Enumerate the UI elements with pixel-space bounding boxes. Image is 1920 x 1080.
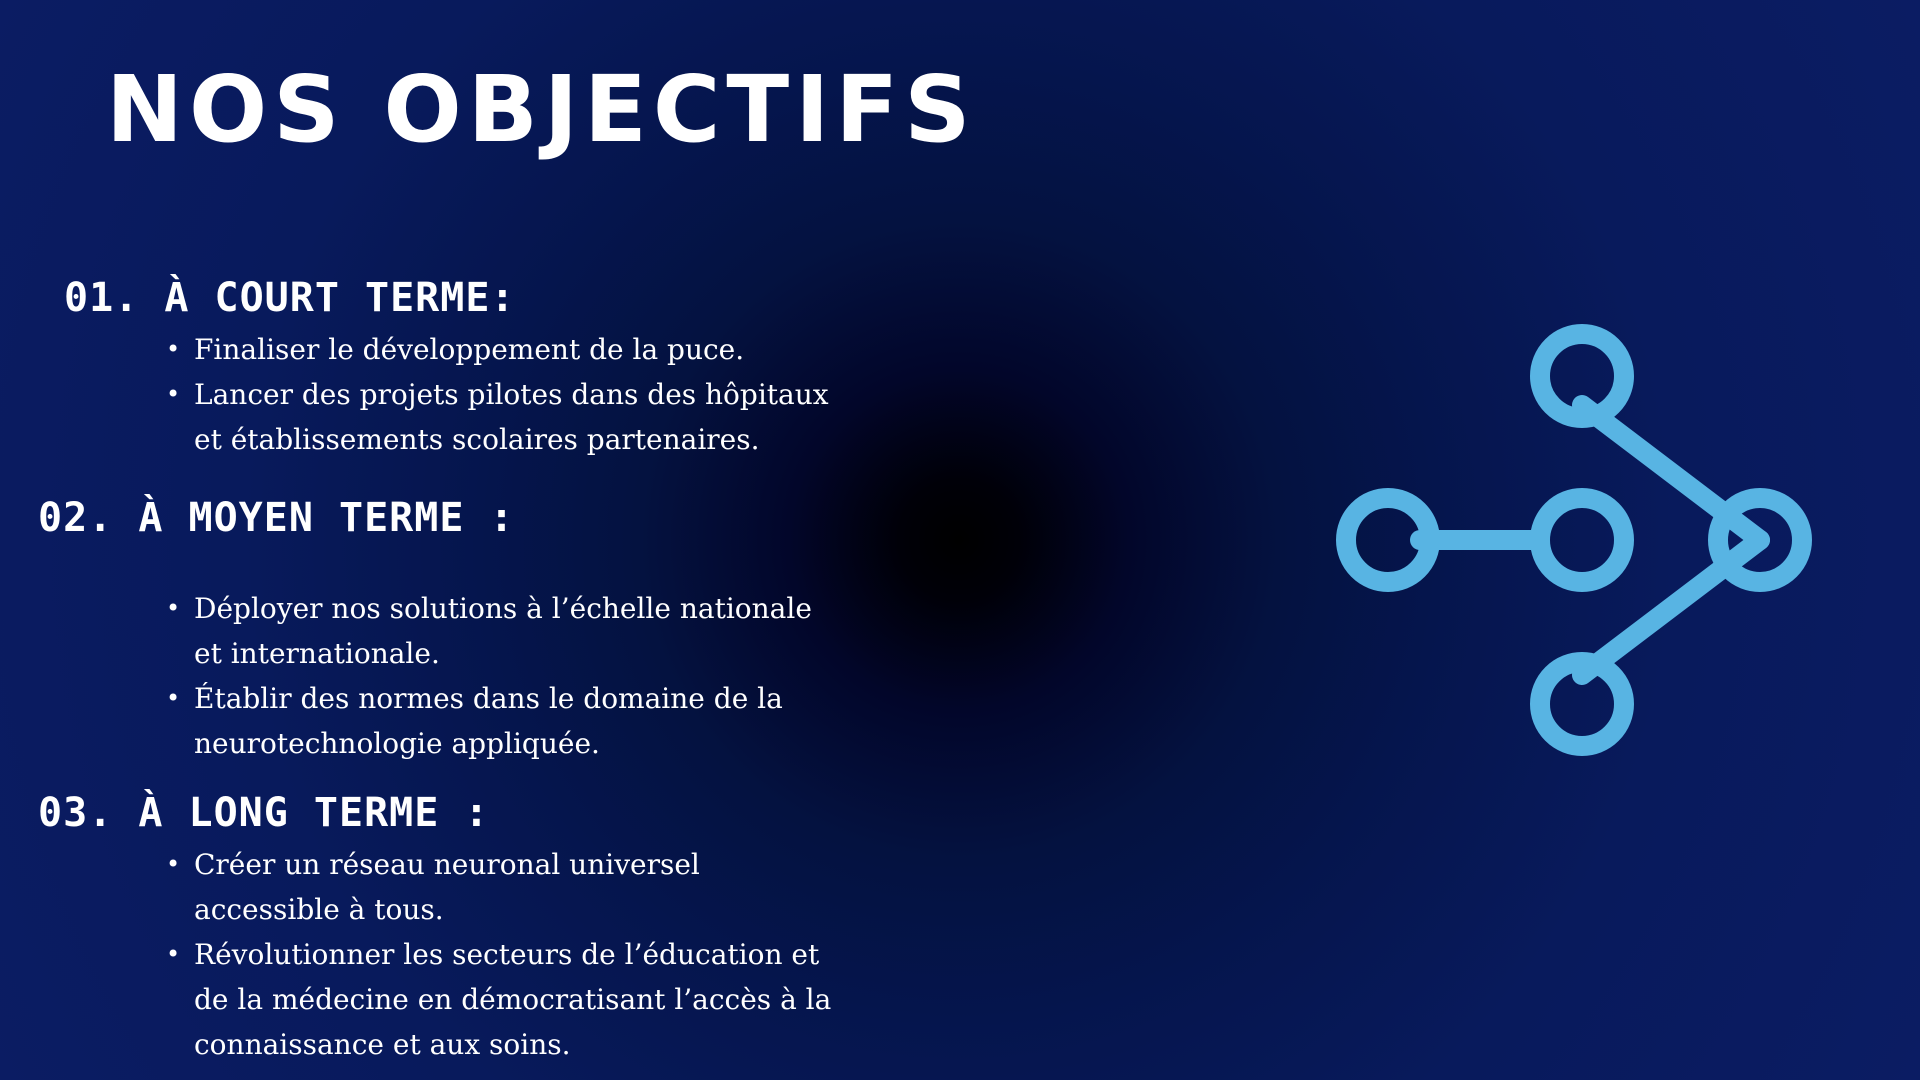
bullet-icon: • <box>166 380 181 408</box>
bullet-text: Déployer nos solutions à l’échelle natio… <box>194 592 812 670</box>
bullet-text: Révolutionner les secteurs de l’éducatio… <box>194 938 832 1061</box>
bullet-list-short-term: • Finaliser le développement de la puce.… <box>166 327 846 462</box>
list-item: • Créer un réseau neuronal universel acc… <box>166 842 846 932</box>
bullet-icon: • <box>166 594 181 622</box>
list-item: • Lancer des projets pilotes dans des hô… <box>166 372 846 462</box>
section-heading-mid-term: 02. À moyen terme : <box>38 495 515 541</box>
bullet-text: Lancer des projets pilotes dans des hôpi… <box>194 378 829 456</box>
bullet-icon: • <box>166 335 181 363</box>
list-item: • Déployer nos solutions à l’échelle nat… <box>166 586 846 676</box>
slide: NOS OBJECTIFS 01. À court terme: • Final… <box>0 0 1920 1080</box>
list-item: • Finaliser le développement de la puce. <box>166 327 846 372</box>
bullet-text: Finaliser le développement de la puce. <box>194 333 745 366</box>
bullet-text: Établir des normes dans le domaine de la… <box>194 682 783 760</box>
bullet-text: Créer un réseau neuronal universel acces… <box>194 848 700 926</box>
bullet-icon: • <box>166 940 181 968</box>
section-heading-long-term: 03. À long terme : <box>38 790 490 836</box>
bullet-list-mid-term: • Déployer nos solutions à l’échelle nat… <box>166 586 846 766</box>
node-circle <box>1530 488 1634 592</box>
bullet-icon: • <box>166 684 181 712</box>
list-item: • Établir des normes dans le domaine de … <box>166 676 846 766</box>
bullet-icon: • <box>166 850 181 878</box>
flow-diagram-icon <box>1336 324 1812 756</box>
list-item: • Révolutionner les secteurs de l’éducat… <box>166 932 846 1067</box>
section-heading-short-term: 01. À court terme: <box>64 275 516 321</box>
bullet-list-long-term: • Créer un réseau neuronal universel acc… <box>166 842 846 1067</box>
slide-title: NOS OBJECTIFS <box>106 56 977 163</box>
